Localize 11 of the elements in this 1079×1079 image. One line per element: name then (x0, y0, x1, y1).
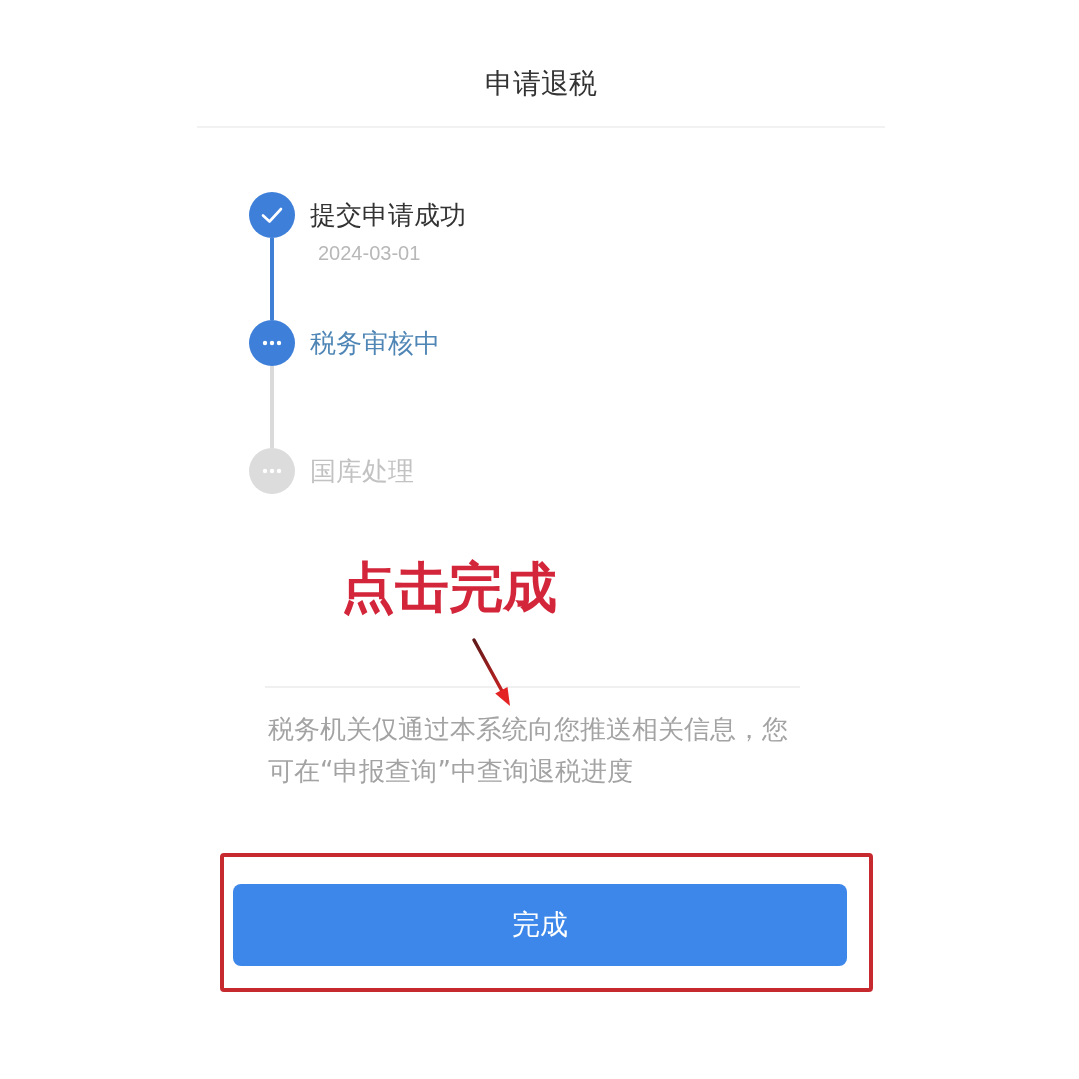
step-label: 国库处理 (310, 455, 414, 488)
step-label: 税务审核中 (310, 327, 440, 360)
dots-circle-icon (249, 320, 295, 366)
check-circle-icon (249, 192, 295, 238)
step-date: 2024-03-01 (318, 241, 421, 266)
notice-text: 税务机关仅通过本系统向您推送相关信息，您可在“申报查询”中查询退税进度 (268, 713, 789, 788)
done-button[interactable]: 完成 (233, 884, 847, 966)
annotation-text: 点击完成 (341, 558, 557, 618)
page-title: 申请退税 (485, 66, 597, 102)
step-label: 提交申请成功 (310, 199, 466, 232)
dots-circle-icon (249, 448, 295, 494)
